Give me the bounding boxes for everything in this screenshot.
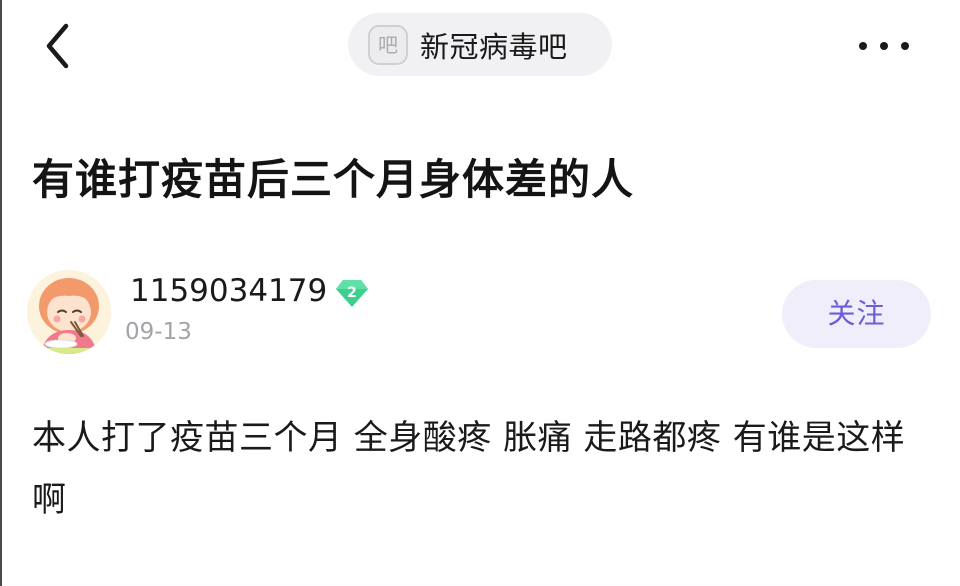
post-body-text: 本人打了疫苗三个月 全身酸疼 胀痛 走路都疼 有谁是这样啊 [32,418,906,520]
forum-link[interactable]: 吧 新冠病毒吧 [348,13,612,76]
forum-name: 新冠病毒吧 [420,29,568,64]
level-number: 2 [347,285,357,301]
chevron-left-icon [46,23,69,69]
cartoon-girl-avatar-icon [27,270,111,354]
level-badge: 2 [334,278,370,308]
follow-button[interactable]: 关注 [782,280,931,348]
more-options-button[interactable] [852,28,916,64]
top-navigation-bar: 吧 新冠病毒吧 [0,0,960,92]
post-date: 09-13 [125,319,192,345]
back-button[interactable] [36,20,84,72]
forum-avatar-icon: 吧 [368,24,408,65]
author-username[interactable]: 1159034179 [130,270,327,312]
more-dots-icon [859,42,909,50]
post-title: 有谁打疫苗后三个月身体差的人 [32,155,635,204]
author-avatar[interactable] [27,270,111,354]
